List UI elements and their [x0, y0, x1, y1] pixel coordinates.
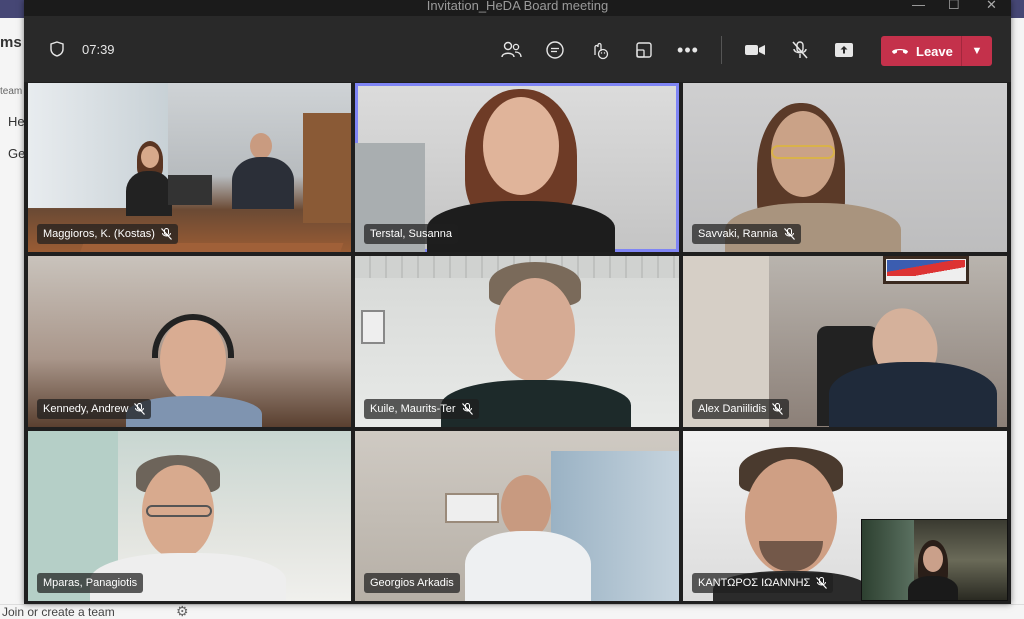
- gear-icon[interactable]: ⚙: [176, 603, 189, 619]
- title-bar: Invitation_HeDA Board meeting — ☐ ✕: [24, 0, 1011, 16]
- participant-name-tag: Terstal, Susanna: [364, 224, 458, 244]
- team-item-fragment[interactable]: Ge: [8, 146, 25, 161]
- person-face: [923, 546, 943, 572]
- video-tile[interactable]: Georgios Arkadis: [355, 431, 679, 601]
- person-face: [141, 146, 159, 168]
- participant-name: Alex Daniilidis: [698, 403, 767, 415]
- person-body: [232, 157, 294, 209]
- team-item-fragment[interactable]: He: [8, 114, 25, 129]
- plants-backdrop: [862, 520, 914, 600]
- teams-label-fragment: team: [0, 86, 23, 97]
- participant-name-tag: Georgios Arkadis: [364, 573, 460, 593]
- mic-off-icon: [134, 403, 146, 415]
- teams-left-panel: [0, 18, 24, 619]
- breakout-rooms-icon[interactable]: [632, 38, 656, 62]
- glasses: [771, 145, 835, 159]
- desk: [72, 243, 344, 252]
- share-screen-icon[interactable]: [832, 38, 856, 62]
- participant-name-tag: ΚΑΝΤΩΡΟΣ ΙΩΑΝΝΗΣ: [692, 573, 834, 593]
- video-tile[interactable]: Savvaki, Rannia: [683, 83, 1007, 252]
- laptop: [168, 175, 212, 205]
- wall-picture: [445, 493, 499, 523]
- bookshelf: [303, 113, 351, 223]
- teams-right-panel: [1010, 18, 1024, 619]
- more-options-icon[interactable]: •••: [676, 38, 700, 62]
- person-face: [483, 97, 559, 195]
- wall-picture: [361, 310, 385, 344]
- mic-off-icon: [816, 577, 828, 589]
- participant-name-tag: Kennedy, Andrew: [37, 399, 152, 419]
- person-face: [495, 278, 575, 382]
- glasses: [146, 505, 212, 517]
- leave-label: Leave: [916, 43, 953, 59]
- mic-off-icon: [160, 228, 172, 240]
- mic-off-icon[interactable]: [788, 38, 812, 62]
- minimize-icon[interactable]: —: [912, 0, 925, 12]
- meeting-toolbar: 07:39 ••• Leave ▼: [24, 16, 1011, 82]
- participant-name: ΚΑΝΤΩΡΟΣ ΙΩΑΝΝΗΣ: [698, 577, 811, 589]
- video-tile[interactable]: Mparas, Panagiotis: [28, 431, 351, 601]
- person-body: [829, 362, 997, 427]
- self-view-video[interactable]: [861, 519, 1008, 601]
- person-head: [250, 133, 272, 159]
- person-body: [908, 576, 958, 600]
- leave-main[interactable]: Leave: [881, 36, 961, 66]
- participant-name: Georgios Arkadis: [370, 577, 454, 589]
- maximize-icon[interactable]: ☐: [948, 0, 960, 13]
- participant-name-tag: Maggioros, K. (Kostas): [37, 224, 178, 244]
- participant-name: Mparas, Panagiotis: [43, 577, 138, 589]
- person-body: [126, 171, 172, 216]
- video-tile[interactable]: Kennedy, Andrew: [28, 256, 351, 427]
- phone-hangup-icon: [892, 49, 908, 54]
- participants-icon[interactable]: [499, 38, 523, 62]
- teams-title-fragment: ms: [0, 34, 22, 51]
- toolbar-divider: [721, 36, 722, 64]
- meeting-window: Invitation_HeDA Board meeting — ☐ ✕ 07:3…: [24, 0, 1011, 604]
- person-body: [465, 531, 591, 601]
- participant-name-tag: Alex Daniilidis: [692, 399, 790, 419]
- video-tile[interactable]: Kuile, Maurits-Ter: [355, 256, 679, 427]
- participant-name: Kuile, Maurits-Ter: [370, 403, 456, 415]
- shield-icon[interactable]: [50, 41, 64, 57]
- participant-name: Kennedy, Andrew: [43, 403, 129, 415]
- video-tile[interactable]: Alex Daniilidis: [683, 256, 1007, 427]
- video-tile[interactable]: Maggioros, K. (Kostas): [28, 83, 351, 252]
- person-head: [501, 475, 551, 539]
- participant-name: Savvaki, Rannia: [698, 228, 778, 240]
- video-tile-active-speaker[interactable]: Terstal, Susanna: [355, 83, 679, 252]
- participant-name-tag: Kuile, Maurits-Ter: [364, 399, 479, 419]
- mic-off-icon: [783, 228, 795, 240]
- leave-button[interactable]: Leave ▼: [881, 36, 992, 66]
- chat-icon[interactable]: [543, 38, 567, 62]
- close-icon[interactable]: ✕: [986, 0, 997, 13]
- headphones: [152, 314, 234, 358]
- join-team-link[interactable]: Join or create a team: [2, 605, 115, 619]
- window-title: Invitation_HeDA Board meeting: [426, 0, 609, 13]
- chevron-down-icon[interactable]: ▼: [962, 45, 992, 57]
- participant-name-tag: Mparas, Panagiotis: [37, 573, 144, 593]
- reactions-icon[interactable]: [587, 38, 611, 62]
- participant-name: Maggioros, K. (Kostas): [43, 228, 155, 240]
- teams-bottom-bar: [0, 604, 1024, 619]
- mic-off-icon: [461, 403, 473, 415]
- mic-off-icon: [772, 403, 784, 415]
- participant-name-tag: Savvaki, Rannia: [692, 224, 801, 244]
- meeting-timer: 07:39: [82, 42, 115, 57]
- wall-picture-art: [887, 260, 965, 276]
- participant-name: Terstal, Susanna: [370, 228, 452, 240]
- camera-icon[interactable]: [743, 38, 767, 62]
